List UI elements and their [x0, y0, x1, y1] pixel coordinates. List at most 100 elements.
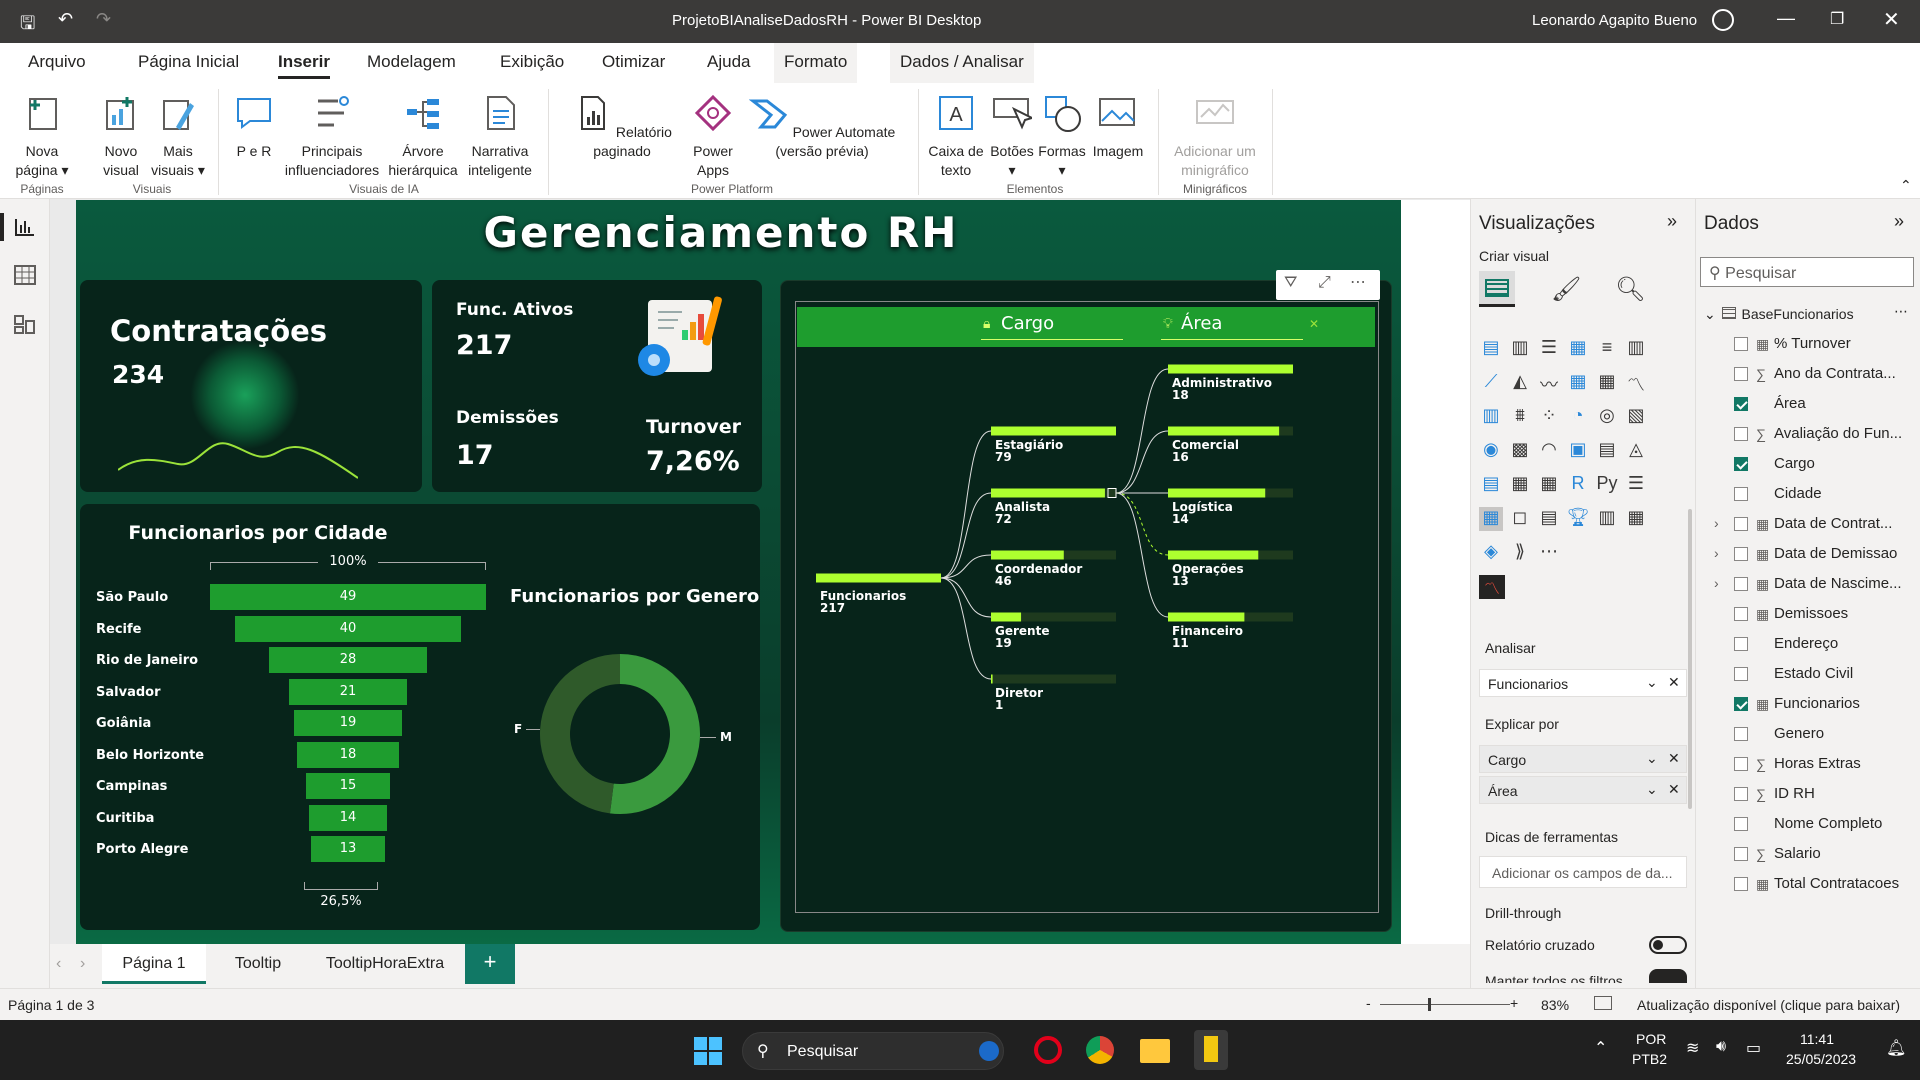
- collapse-ribbon-icon[interactable]: ⌃: [1900, 177, 1912, 194]
- ativos-card[interactable]: Func. Ativos 217 Demissões 17 Turnover 7…: [432, 280, 762, 492]
- file-explorer-icon[interactable]: [1140, 1039, 1170, 1063]
- field-item[interactable]: Cidade: [1734, 485, 1920, 507]
- field-checkbox[interactable]: [1734, 607, 1748, 621]
- field-item[interactable]: ∑ Horas Extras: [1734, 755, 1920, 777]
- field-checkbox[interactable]: [1734, 397, 1748, 411]
- power-automate-icon[interactable]: ⟫: [1508, 541, 1532, 565]
- field-item[interactable]: Endereço: [1734, 635, 1920, 657]
- funnel-bar[interactable]: 28: [269, 647, 427, 673]
- notification-icon[interactable]: 🔔︎: [1886, 1038, 1906, 1058]
- chevron-down-icon[interactable]: ⌄: [1646, 750, 1658, 767]
- field-checkbox[interactable]: [1734, 367, 1748, 381]
- battery-icon[interactable]: ▭: [1746, 1038, 1761, 1058]
- field-item[interactable]: Área: [1734, 395, 1920, 417]
- field-checkbox[interactable]: [1734, 847, 1748, 861]
- field-item[interactable]: › ▦ Data de Demissao: [1714, 545, 1920, 567]
- funnel-bar[interactable]: 14: [308, 804, 388, 831]
- chevron-down-icon[interactable]: ⌄: [1646, 781, 1658, 798]
- tab-tooltip-hora-extra[interactable]: TooltipHoraExtra: [310, 944, 460, 984]
- field-checkbox[interactable]: [1734, 427, 1748, 441]
- novo-visual-button[interactable]: Novo visual: [98, 93, 144, 180]
- stacked-area-icon[interactable]: 〰: [1537, 371, 1561, 395]
- clustered-column-icon[interactable]: ▦: [1566, 337, 1590, 361]
- model-view-icon[interactable]: [14, 315, 36, 335]
- more-icon[interactable]: ⋯: [1537, 541, 1561, 565]
- power-automate-button[interactable]: Power Automate (versão prévia): [740, 93, 904, 161]
- power-apps-button[interactable]: Power Apps: [688, 93, 738, 180]
- donut-slice-f[interactable]: [540, 654, 620, 814]
- 100-bar-icon[interactable]: ≡: [1595, 337, 1619, 361]
- field-item[interactable]: Cargo: [1734, 455, 1920, 477]
- menu-dados-analisar[interactable]: Dados / Analisar: [890, 43, 1034, 83]
- field-item[interactable]: Nome Completo: [1734, 815, 1920, 837]
- remove-field-icon[interactable]: ✕: [1668, 674, 1680, 691]
- funnel-bar[interactable]: 40: [235, 615, 461, 642]
- chevron-right-icon[interactable]: ›: [1714, 545, 1719, 561]
- field-checkbox[interactable]: [1734, 487, 1748, 501]
- close-icon[interactable]: ✕: [1883, 7, 1900, 32]
- zoom-level[interactable]: 83%: [1541, 997, 1569, 1013]
- line-icon[interactable]: ⟋: [1479, 371, 1503, 395]
- ribbon-icon[interactable]: 〽: [1624, 371, 1648, 395]
- paginated-icon[interactable]: ▥: [1595, 507, 1619, 531]
- report-view-icon[interactable]: [14, 217, 36, 237]
- mais-visuais-button[interactable]: Mais visuais ▾: [150, 93, 206, 180]
- field-checkbox[interactable]: [1734, 787, 1748, 801]
- field-item[interactable]: ▦ Total Contratacoes: [1734, 875, 1920, 897]
- donut-slice-m[interactable]: [609, 654, 700, 814]
- field-item[interactable]: › ▦ Data de Nascime...: [1714, 575, 1920, 597]
- funnel-icon[interactable]: ⩩: [1508, 405, 1532, 429]
- build-visual-tab[interactable]: [1479, 271, 1515, 307]
- formas-button[interactable]: Formas ▾: [1036, 93, 1088, 180]
- nova-pagina-button[interactable]: Nova página ▾: [14, 93, 70, 180]
- table-more-icon[interactable]: ⋯: [1894, 303, 1908, 320]
- line-clustered-icon[interactable]: ▦: [1595, 371, 1619, 395]
- decomposition-tree-icon[interactable]: ▦: [1479, 507, 1503, 531]
- funnel-bar[interactable]: 21: [288, 678, 408, 705]
- opera-icon[interactable]: [1034, 1036, 1062, 1064]
- user-name[interactable]: Leonardo Agapito Bueno: [1532, 12, 1697, 29]
- viz-scrollbar[interactable]: [1688, 509, 1692, 809]
- contratacoes-card[interactable]: Contratações 234: [80, 280, 422, 492]
- tray-chevron-icon[interactable]: ⌃: [1594, 1038, 1607, 1058]
- funnel-bar[interactable]: 18: [297, 741, 399, 768]
- field-checkbox[interactable]: [1734, 727, 1748, 741]
- undo-icon[interactable]: ↶: [58, 9, 73, 30]
- field-checkbox[interactable]: [1734, 697, 1748, 711]
- slicer-icon[interactable]: ▤: [1479, 473, 1503, 497]
- minimize-icon[interactable]: —: [1777, 8, 1795, 29]
- field-checkbox[interactable]: [1734, 637, 1748, 651]
- field-item[interactable]: Genero: [1734, 725, 1920, 747]
- filter-icon[interactable]: ⛛: [1284, 274, 1297, 292]
- menu-otimizar[interactable]: Otimizar: [602, 52, 665, 72]
- matrix-icon[interactable]: ▦: [1537, 473, 1561, 497]
- field-checkbox[interactable]: [1734, 547, 1748, 561]
- decomposition-tree-card[interactable]: 🔒︎ Cargo 💡︎ Área ✕ Funcionarios 217 Estagi…: [780, 280, 1392, 932]
- stacked-column-icon[interactable]: ▥: [1508, 337, 1532, 361]
- kpi-icon[interactable]: ◬: [1624, 439, 1648, 463]
- data-search-input[interactable]: ⚲ Pesquisar: [1700, 257, 1914, 287]
- explicar-well-cargo[interactable]: Cargo ⌄ ✕: [1479, 745, 1687, 773]
- power-automate-visual-icon[interactable]: ◈: [1479, 541, 1503, 565]
- r-visual-icon[interactable]: R: [1566, 473, 1590, 497]
- clock-date[interactable]: 25/05/2023: [1786, 1051, 1856, 1067]
- funnel-bar[interactable]: 15: [305, 773, 391, 799]
- field-item[interactable]: ▦ Funcionarios: [1734, 695, 1920, 717]
- clock-time[interactable]: 11:41: [1800, 1031, 1834, 1047]
- menu-ajuda[interactable]: Ajuda: [707, 52, 750, 72]
- menu-inserir[interactable]: Inserir: [278, 52, 330, 79]
- field-item[interactable]: ∑ ID RH: [1734, 785, 1920, 807]
- chevron-right-icon[interactable]: ›: [1714, 575, 1719, 591]
- pie-icon[interactable]: ◔: [1566, 405, 1590, 429]
- goals-icon[interactable]: 🏆︎: [1566, 507, 1590, 531]
- collapse-viz-icon[interactable]: »: [1667, 211, 1677, 232]
- power-apps-icon[interactable]: ▦: [1624, 507, 1648, 531]
- field-checkbox[interactable]: [1734, 337, 1748, 351]
- donut-chart[interactable]: [540, 654, 700, 814]
- relatorio-paginado-button[interactable]: Relatório paginado: [558, 93, 686, 161]
- stacked-bar-icon[interactable]: ▤: [1479, 337, 1503, 361]
- explicar-well-area[interactable]: Área ⌄ ✕: [1479, 776, 1687, 804]
- 100-column-icon[interactable]: ▥: [1624, 337, 1648, 361]
- treemap-icon[interactable]: ▧: [1624, 405, 1648, 429]
- field-item[interactable]: ∑ Avaliação do Fun...: [1734, 425, 1920, 447]
